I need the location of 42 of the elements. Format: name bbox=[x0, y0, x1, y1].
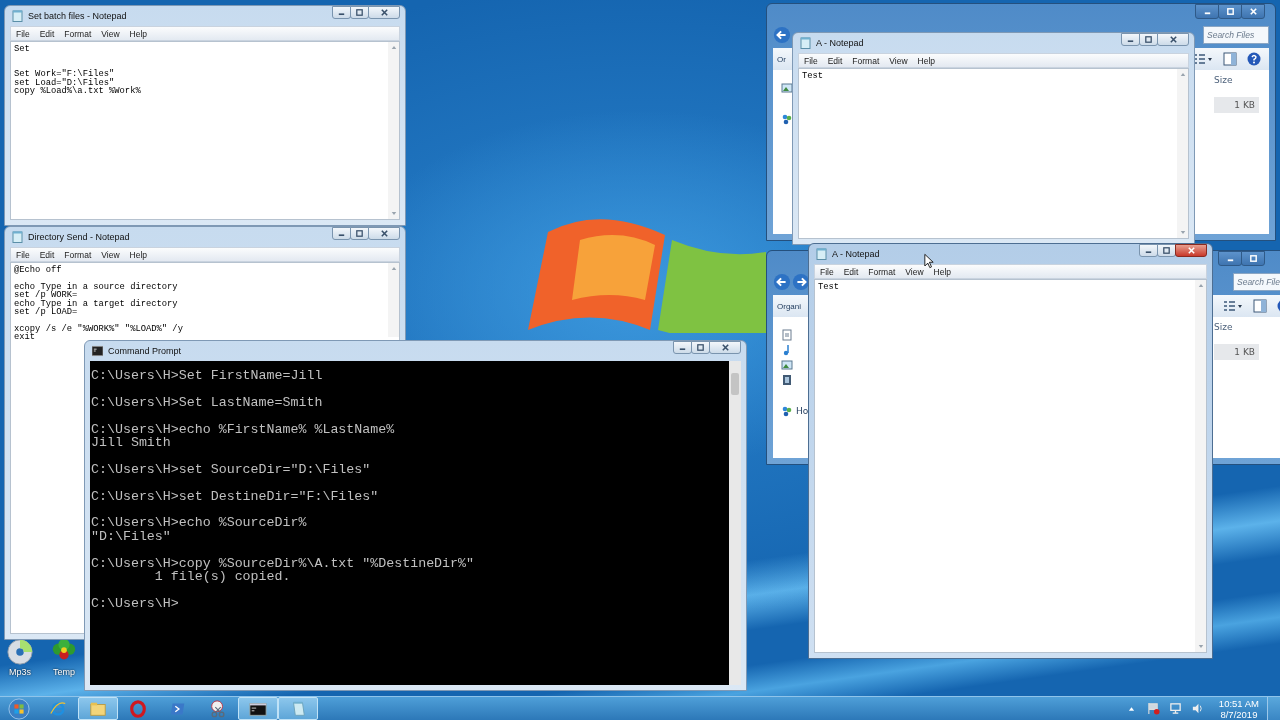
menu-item[interactable]: Edit bbox=[822, 55, 848, 66]
nav-label[interactable]: Ho bbox=[796, 406, 809, 416]
menu-item[interactable]: File bbox=[11, 249, 35, 260]
menu-item[interactable]: View bbox=[96, 249, 125, 260]
menu-item[interactable]: Help bbox=[124, 28, 153, 39]
clock[interactable]: 10:51 AM 8/7/2019 bbox=[1218, 697, 1259, 720]
column-header[interactable]: Size bbox=[1214, 322, 1259, 332]
icon-label[interactable]: Mp3s bbox=[9, 667, 31, 677]
column-header[interactable]: Size bbox=[1214, 75, 1259, 85]
menu-item[interactable]: Help bbox=[124, 249, 153, 260]
menu-item[interactable]: Help bbox=[928, 266, 957, 277]
menu-item[interactable]: File bbox=[799, 55, 823, 66]
file-row[interactable]: 1 KB bbox=[1214, 344, 1259, 360]
text-area[interactable]: Test bbox=[818, 283, 840, 292]
menu-item[interactable]: Format bbox=[59, 28, 97, 39]
text-area[interactable]: Set Set Work="F:\Files" set Load="D:\Files" copy %Load%\a.txt %Work% bbox=[14, 45, 141, 96]
menu-item[interactable]: Format bbox=[863, 266, 901, 277]
organize-menu[interactable]: Organi bbox=[777, 301, 801, 311]
organize-menu[interactable]: Or bbox=[777, 54, 786, 64]
text-area[interactable]: @Echo off echo Type in a source directory set /p WORK= echo Type in a target directory set /p LOAD= xcopy /s /e "%WORK%" "%LOAD%" /y exit bbox=[14, 266, 183, 342]
menu-item[interactable]: View bbox=[884, 55, 913, 66]
menu-item[interactable]: Format bbox=[847, 55, 885, 66]
menu-item[interactable]: Edit bbox=[34, 28, 60, 39]
window-title: A - Notepad bbox=[816, 38, 864, 48]
menu-item[interactable]: View bbox=[96, 28, 125, 39]
icon-label[interactable]: Temp bbox=[53, 667, 75, 677]
window-title: Directory Send - Notepad bbox=[28, 232, 130, 242]
window-title: Command Prompt bbox=[108, 346, 182, 356]
window-title: A - Notepad bbox=[832, 249, 880, 259]
search-field[interactable]: Search File bbox=[1233, 273, 1280, 291]
window-title: Set batch files - Notepad bbox=[28, 11, 127, 21]
menu-item[interactable]: Edit bbox=[34, 249, 60, 260]
menu-item[interactable]: View bbox=[900, 266, 929, 277]
search-field[interactable]: Search Files bbox=[1203, 26, 1269, 44]
menu-item[interactable]: Edit bbox=[838, 266, 864, 277]
file-row[interactable]: 1 KB bbox=[1214, 97, 1259, 113]
menu-item[interactable]: File bbox=[815, 266, 839, 277]
menu-item[interactable]: Format bbox=[59, 249, 97, 260]
menu-item[interactable]: File bbox=[11, 28, 35, 39]
menu-item[interactable]: Help bbox=[912, 55, 941, 66]
text-area[interactable]: Test bbox=[802, 72, 824, 81]
console-output: C:\Users\H>Set FirstName=Jill C:\Users\H>Set LastName=Smith C:\Users\H>echo %FirstName% %LastName% Jill Smith C:\Users\H>set SourceDir="D:\Files" C:\Users\H>set DestineDir="F:\Files" C:\Users\H>echo %SourceDir% "D:\Files" C:\Users\H>copy %SourceDir%\A.txt "%DestineDir%" 1 file(s) copied. C:\Users\H> bbox=[91, 369, 474, 611]
